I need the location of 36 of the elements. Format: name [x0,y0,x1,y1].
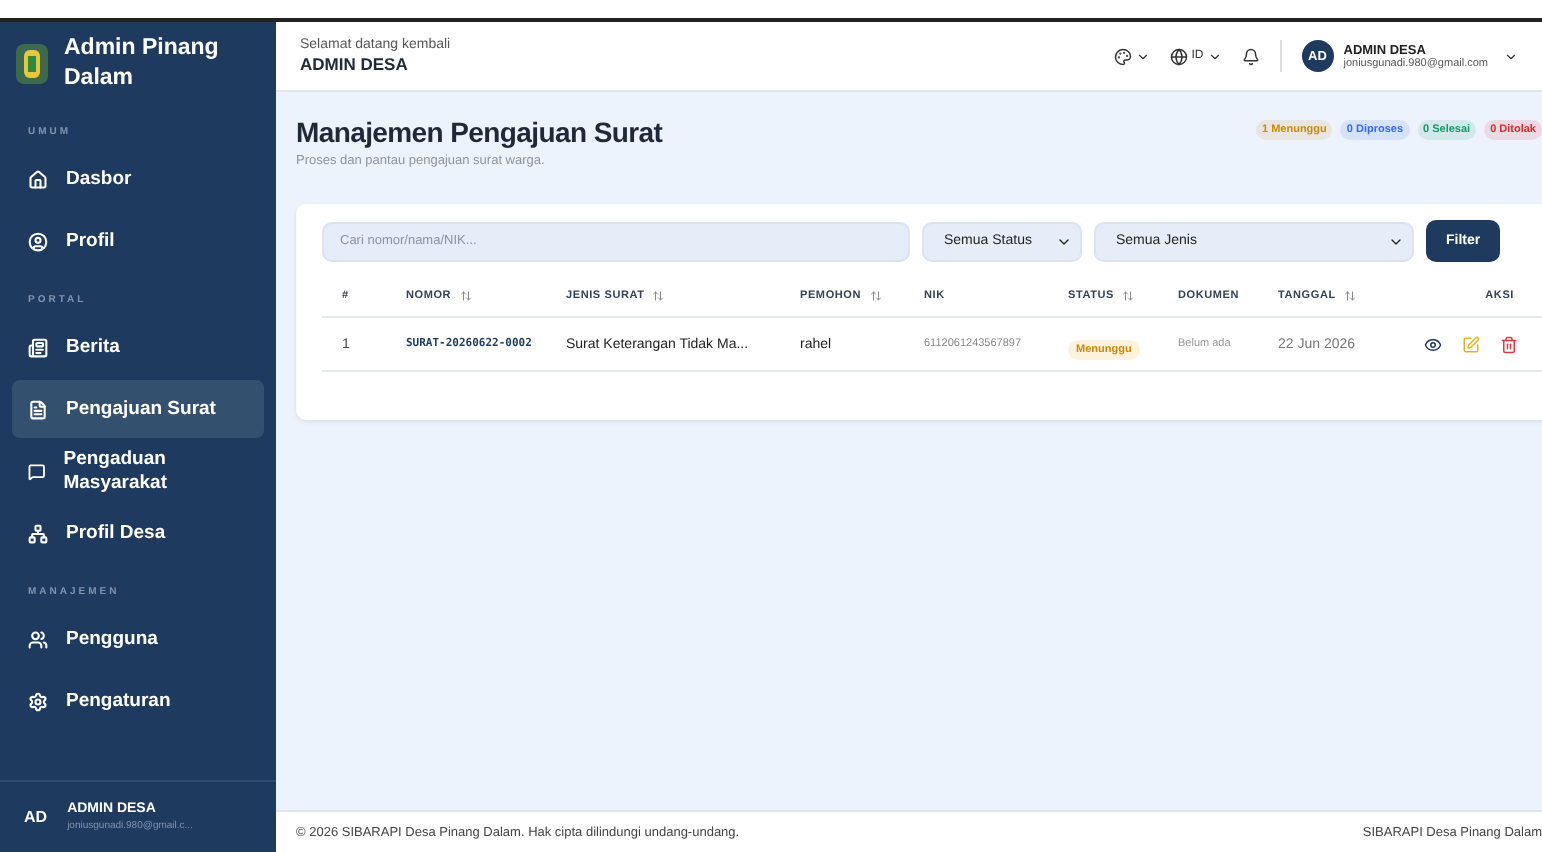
user-name: ADMIN DESA [300,54,410,74]
brand-name: Admin Pinang Dalam [64,34,221,94]
nav-item[interactable]: Berita [12,318,264,376]
nav-item[interactable]: Pengaturan [12,672,264,730]
users-icon [28,629,48,649]
user-icon [28,231,48,251]
settings-icon [28,691,48,711]
delete-icon[interactable] [1500,335,1518,353]
page-title: Manajemen Pengajuan Surat [296,116,663,148]
sort-icon[interactable] [1121,290,1134,302]
chat-icon [28,461,46,481]
logo-icon [16,44,48,84]
nav-item[interactable]: Profil [12,212,264,270]
nav-item[interactable]: Pengajuan Surat [12,380,264,438]
nav-item[interactable]: Pengguna [12,610,264,668]
hierarchy-icon [28,523,48,543]
view-icon[interactable] [1424,335,1442,353]
palette-icon [1113,47,1132,65]
edit-icon[interactable] [1462,335,1480,353]
news-icon [28,337,48,357]
nav-item[interactable]: Dasbor [12,150,264,208]
globe-icon [1169,47,1188,65]
nav-item[interactable]: Pengaduan Masyarakat [12,442,264,500]
chevron-down-icon [1207,49,1222,63]
nav-item[interactable]: Profil Desa [12,504,264,562]
chevron-down-icon [1135,49,1150,63]
sort-icon[interactable] [459,290,472,302]
user-initials: AD [24,808,48,826]
chevron-down-icon [1504,49,1518,63]
file-icon [28,399,48,419]
sort-icon[interactable] [652,290,665,302]
theme-button[interactable] [1113,47,1150,65]
home-icon [28,169,48,189]
sort-icon[interactable] [1343,290,1356,302]
sort-icon[interactable] [869,290,882,302]
notification-icon[interactable] [1241,47,1260,65]
